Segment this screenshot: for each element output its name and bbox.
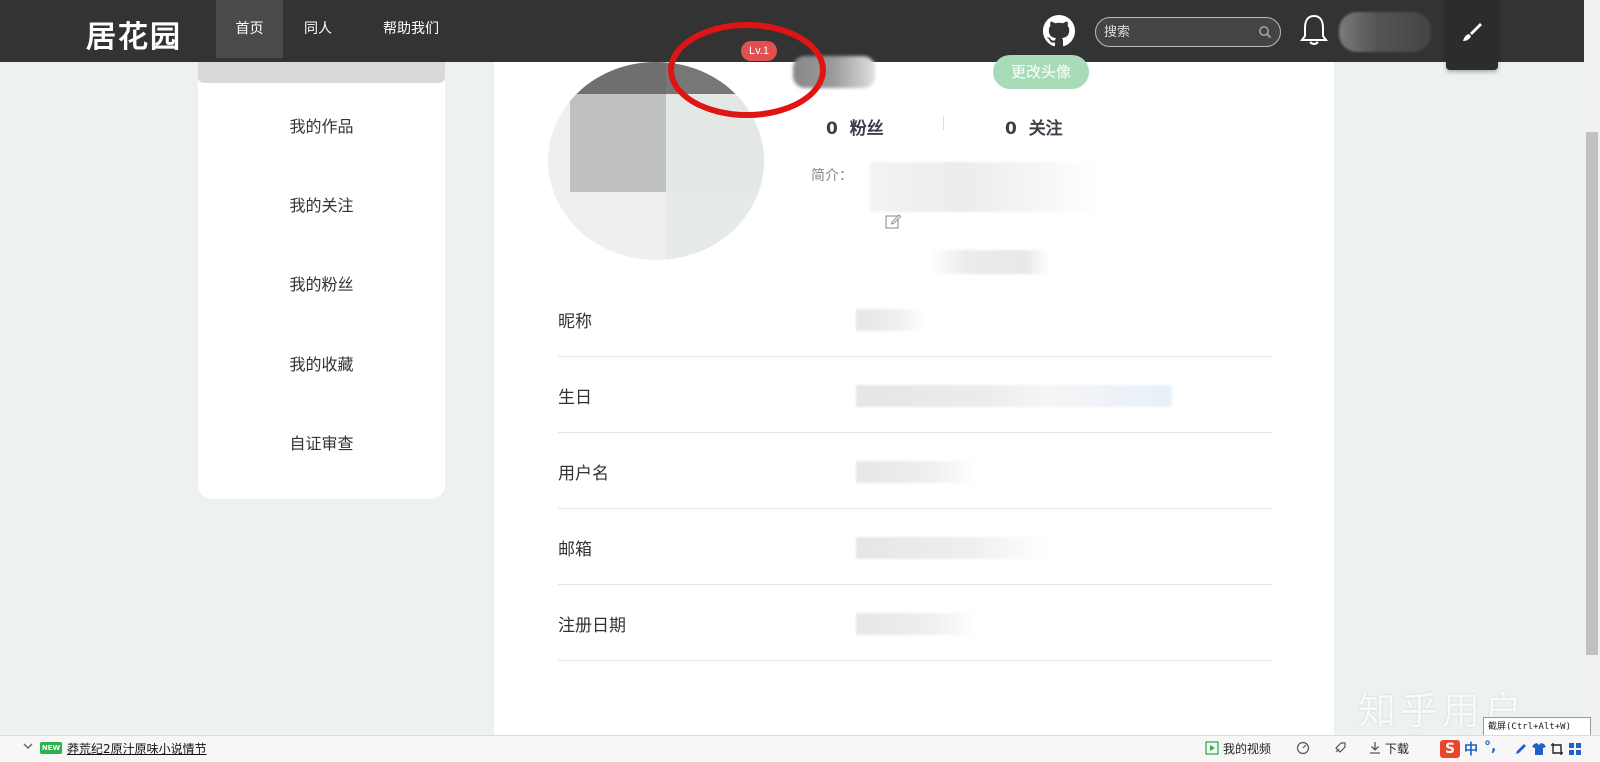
user-avatar[interactable] [1339,12,1431,52]
follow-count: 0 [1005,119,1017,139]
sogou-ime-icon[interactable]: S [1440,740,1460,758]
bio-label: 简介： [811,168,853,184]
annotation-circle [668,22,826,118]
sidebar-item-following[interactable]: 我的关注 [198,192,445,216]
redacted-text [930,250,1050,274]
page-scrollbar[interactable] [1584,0,1600,735]
github-icon[interactable] [1043,15,1075,47]
info-label: 生日 [558,388,592,408]
browser-status-bar: NEW 莽荒纪2原汁原味小说情节 我的视频 下载 [0,735,1600,762]
screenshot-icon[interactable] [1550,742,1564,756]
ime-chinese-toggle[interactable]: 中 [1464,739,1478,759]
write-button[interactable] [1446,0,1498,70]
info-row-register-date: 注册日期 [558,585,1272,661]
info-row-email: 邮箱 [558,509,1272,585]
pen-icon[interactable] [1514,742,1528,756]
toolbox-icon[interactable] [1568,742,1582,756]
nav-item-help[interactable]: 帮助我们 [368,0,454,58]
sidebar-item-works[interactable]: 我的作品 [198,113,445,137]
stat-divider [943,116,944,130]
speed-icon[interactable] [1296,741,1310,755]
sidebar-item-active[interactable] [198,62,445,83]
fans-stat[interactable]: 0 粉丝 [826,114,884,139]
sidebar-item-fans[interactable]: 我的粉丝 [198,271,445,295]
news-link[interactable]: 莽荒纪2原汁原味小说情节 [67,740,207,757]
fans-label: 粉丝 [849,119,884,139]
info-value-redacted [856,309,926,331]
info-label: 邮箱 [558,540,592,560]
new-badge: NEW [40,742,62,754]
info-label: 昵称 [558,312,592,332]
info-value-redacted [856,613,978,635]
download-icon [1370,742,1380,754]
info-label: 注册日期 [558,616,626,636]
nav-item-home[interactable]: 首页 [216,0,283,58]
bell-icon[interactable] [1299,13,1329,47]
site-logo[interactable]: 居花园 [86,12,182,56]
rocket-icon[interactable] [1333,741,1347,755]
bio-redacted [870,162,1100,212]
screenshot-tooltip: 截屏(Ctrl+Alt+W) [1483,717,1591,737]
info-row-username: 用户名 [558,433,1272,509]
info-row-nickname: 昵称 [558,281,1272,357]
change-avatar-button[interactable]: 更改头像 [993,55,1089,89]
follow-stat[interactable]: 0 关注 [1005,114,1063,139]
video-icon [1205,741,1219,755]
follow-label: 关注 [1028,119,1063,139]
fans-count: 0 [826,119,838,139]
info-value-redacted [856,461,978,483]
download-link[interactable]: 下载 [1385,740,1409,757]
info-label: 用户名 [558,464,609,484]
brush-icon [1463,23,1482,41]
my-video-link[interactable]: 我的视频 [1223,740,1271,757]
punctuation-icon[interactable]: °, [1484,739,1496,755]
nav-item-fanwork[interactable]: 同人 [296,0,340,58]
scrollbar-thumb[interactable] [1586,132,1598,655]
profile-sidebar: 我的作品 我的关注 我的粉丝 我的收藏 自证审查 [198,62,445,499]
chevron-down-icon[interactable] [22,740,34,752]
sidebar-item-favorites[interactable]: 我的收藏 [198,351,445,375]
search-icon[interactable] [1258,25,1272,39]
edit-icon[interactable] [884,212,902,230]
info-value-redacted [856,385,1172,407]
info-row-birthday: 生日 [558,357,1272,433]
info-value-redacted [856,537,1048,559]
skin-icon[interactable] [1531,742,1547,756]
search-box [1095,17,1281,47]
sidebar-item-verification[interactable]: 自证审查 [198,430,445,454]
search-input[interactable] [1104,22,1254,42]
